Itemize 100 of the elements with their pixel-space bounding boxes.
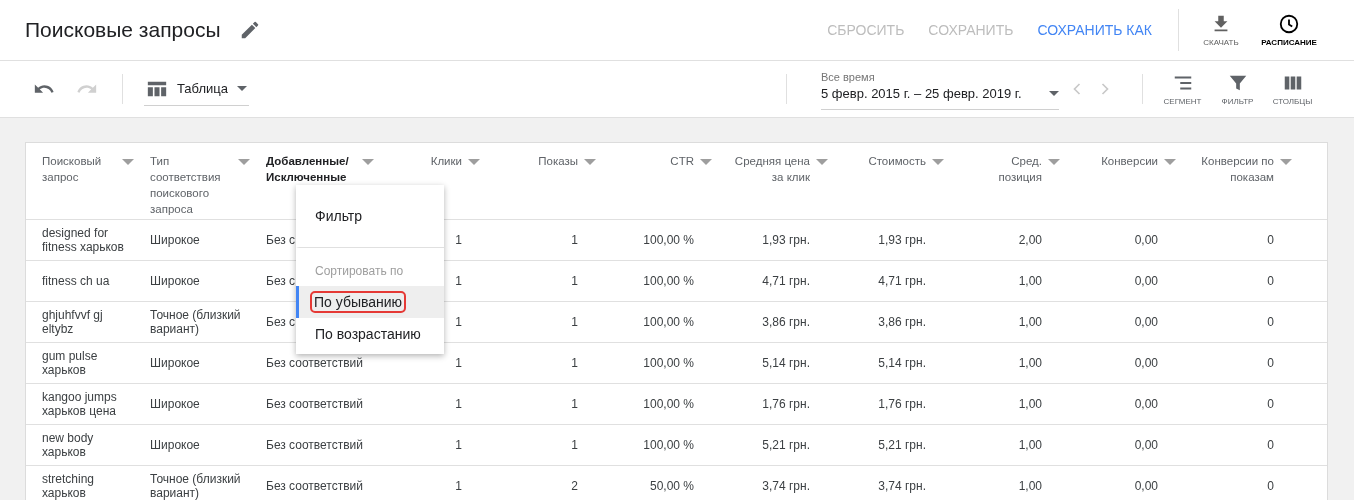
table-cell: 100,00 %: [614, 343, 730, 384]
table-cell: 1,76 грн.: [730, 384, 846, 425]
toolbar-button[interactable]: СЕГМЕНТ: [1155, 72, 1210, 106]
table-cell: 5,14 грн.: [846, 343, 962, 384]
table-cell: 1: [498, 220, 614, 261]
dropdown-arrow-icon: [1049, 91, 1059, 96]
table-cell: 5,21 грн.: [846, 425, 962, 466]
table-cell: stretching харьков: [26, 466, 142, 500]
table-cell: 0,00: [1078, 302, 1194, 343]
sort-arrow-icon[interactable]: [122, 159, 134, 165]
toolbar-button[interactable]: СТОЛБЦЫ: [1265, 72, 1320, 106]
table-cell: Точное (близкий вариант): [142, 302, 258, 343]
table-cell: 5,14 грн.: [730, 343, 846, 384]
table-cell: 0,00: [1078, 384, 1194, 425]
column-header[interactable]: Средняя цена за клик: [734, 153, 828, 185]
table-cell: new body харьков: [26, 425, 142, 466]
table-cell: 1: [382, 466, 498, 500]
column-header[interactable]: Тип соответствия поискового запроса: [150, 153, 250, 217]
table-cell: ghjuhfvvf gj eltybz: [26, 302, 142, 343]
table-cell: 1,00: [962, 261, 1078, 302]
table-cell: 1,00: [962, 425, 1078, 466]
table-cell: 1,00: [962, 384, 1078, 425]
table-cell: 0,00: [1078, 425, 1194, 466]
table-cell: 1,00: [962, 466, 1078, 500]
table-cell: 3,86 грн.: [730, 302, 846, 343]
table-cell: Без соответствий: [258, 384, 382, 425]
table-cell: 5,21 грн.: [730, 425, 846, 466]
table-cell: 4,71 грн.: [730, 261, 846, 302]
table-cell: 1,93 грн.: [846, 220, 962, 261]
sort-arrow-icon[interactable]: [932, 159, 944, 165]
table-cell: Широкое: [142, 220, 258, 261]
date-range-field[interactable]: Все время 5 февр. 2015 г. – 25 февр. 2019 г.: [821, 68, 1059, 110]
sort-arrow-icon[interactable]: [238, 159, 250, 165]
sort-arrow-icon[interactable]: [584, 159, 596, 165]
dropdown-arrow-icon: [237, 86, 247, 91]
table-cell: 2,00: [962, 220, 1078, 261]
column-header[interactable]: Стоимость: [868, 153, 944, 169]
column-header[interactable]: Сред. позиция: [966, 153, 1060, 185]
table-cell: 100,00 %: [614, 220, 730, 261]
table-cell: 1: [498, 384, 614, 425]
table-cell: 0,00: [1078, 466, 1194, 500]
sort-arrow-icon[interactable]: [1164, 159, 1176, 165]
table-cell: 3,74 грн.: [846, 466, 962, 500]
table-cell: kangoo jumps харьков цена: [26, 384, 142, 425]
toolbar-button[interactable]: СКАЧАТЬ: [1189, 13, 1253, 47]
sort-arrow-icon[interactable]: [362, 159, 374, 165]
action-button[interactable]: СОХРАНИТЬ КАК: [1037, 16, 1152, 44]
menu-item[interactable]: По убыванию: [296, 286, 444, 318]
sort-arrow-icon[interactable]: [468, 159, 480, 165]
table-cell: Без соответствий: [258, 466, 382, 500]
table-cell: Широкое: [142, 261, 258, 302]
table-cell: 0: [1194, 261, 1310, 302]
table-cell: Без соответствий: [258, 425, 382, 466]
table-cell: 0: [1194, 343, 1310, 384]
table-cell: fitness ch ua: [26, 261, 142, 302]
table-cell: 1: [498, 261, 614, 302]
clock-icon: [1278, 13, 1300, 35]
column-header[interactable]: Клики: [430, 153, 480, 169]
sort-arrow-icon[interactable]: [816, 159, 828, 165]
table-cell: 1,00: [962, 302, 1078, 343]
table-cell: 1,76 грн.: [846, 384, 962, 425]
table-cell: 100,00 %: [614, 261, 730, 302]
sort-arrow-icon[interactable]: [700, 159, 712, 165]
table-cell: 1: [498, 425, 614, 466]
column-header[interactable]: Конверсии по показам: [1198, 153, 1292, 185]
table-cell: Широкое: [142, 425, 258, 466]
table-cell: 0: [1194, 302, 1310, 343]
table-cell: 100,00 %: [614, 425, 730, 466]
table-cell: 0: [1194, 425, 1310, 466]
table-cell: 3,86 грн.: [846, 302, 962, 343]
table-cell: 3,74 грн.: [730, 466, 846, 500]
table-cell: 0: [1194, 466, 1310, 500]
column-header[interactable]: Добавленные/ Исключенные: [266, 153, 374, 185]
toolbar-button[interactable]: ФИЛЬТР: [1210, 72, 1265, 106]
toolbar-button[interactable]: РАСПИСАНИЕ: [1257, 13, 1321, 47]
table-cell: Точное (близкий вариант): [142, 466, 258, 500]
column-header[interactable]: Показы: [538, 153, 596, 169]
table-cell: 100,00 %: [614, 302, 730, 343]
table-cell: Широкое: [142, 384, 258, 425]
page-title: Поисковые запросы: [25, 18, 221, 42]
table-cell: designed for fitness харьков: [26, 220, 142, 261]
table-cell: Широкое: [142, 343, 258, 384]
table-cell: 0,00: [1078, 220, 1194, 261]
column-header[interactable]: Конверсии: [1101, 153, 1176, 169]
table-cell: 4,71 грн.: [846, 261, 962, 302]
table-cell: 100,00 %: [614, 384, 730, 425]
column-header[interactable]: CTR: [670, 153, 712, 169]
table-cell: 1: [382, 425, 498, 466]
table-cell: 1: [498, 302, 614, 343]
table-cell: 2: [498, 466, 614, 500]
table-cell: 1,00: [962, 343, 1078, 384]
column-header[interactable]: Поисковый запрос: [42, 153, 134, 185]
table-cell: gum pulse харьков: [26, 343, 142, 384]
sort-arrow-icon[interactable]: [1048, 159, 1060, 165]
view-dropdown[interactable]: Таблица: [144, 72, 249, 106]
table-cell: 0: [1194, 220, 1310, 261]
sort-arrow-icon[interactable]: [1280, 159, 1292, 165]
table-cell: 0,00: [1078, 343, 1194, 384]
table-cell: 1,93 грн.: [730, 220, 846, 261]
table-cell: 1: [498, 343, 614, 384]
